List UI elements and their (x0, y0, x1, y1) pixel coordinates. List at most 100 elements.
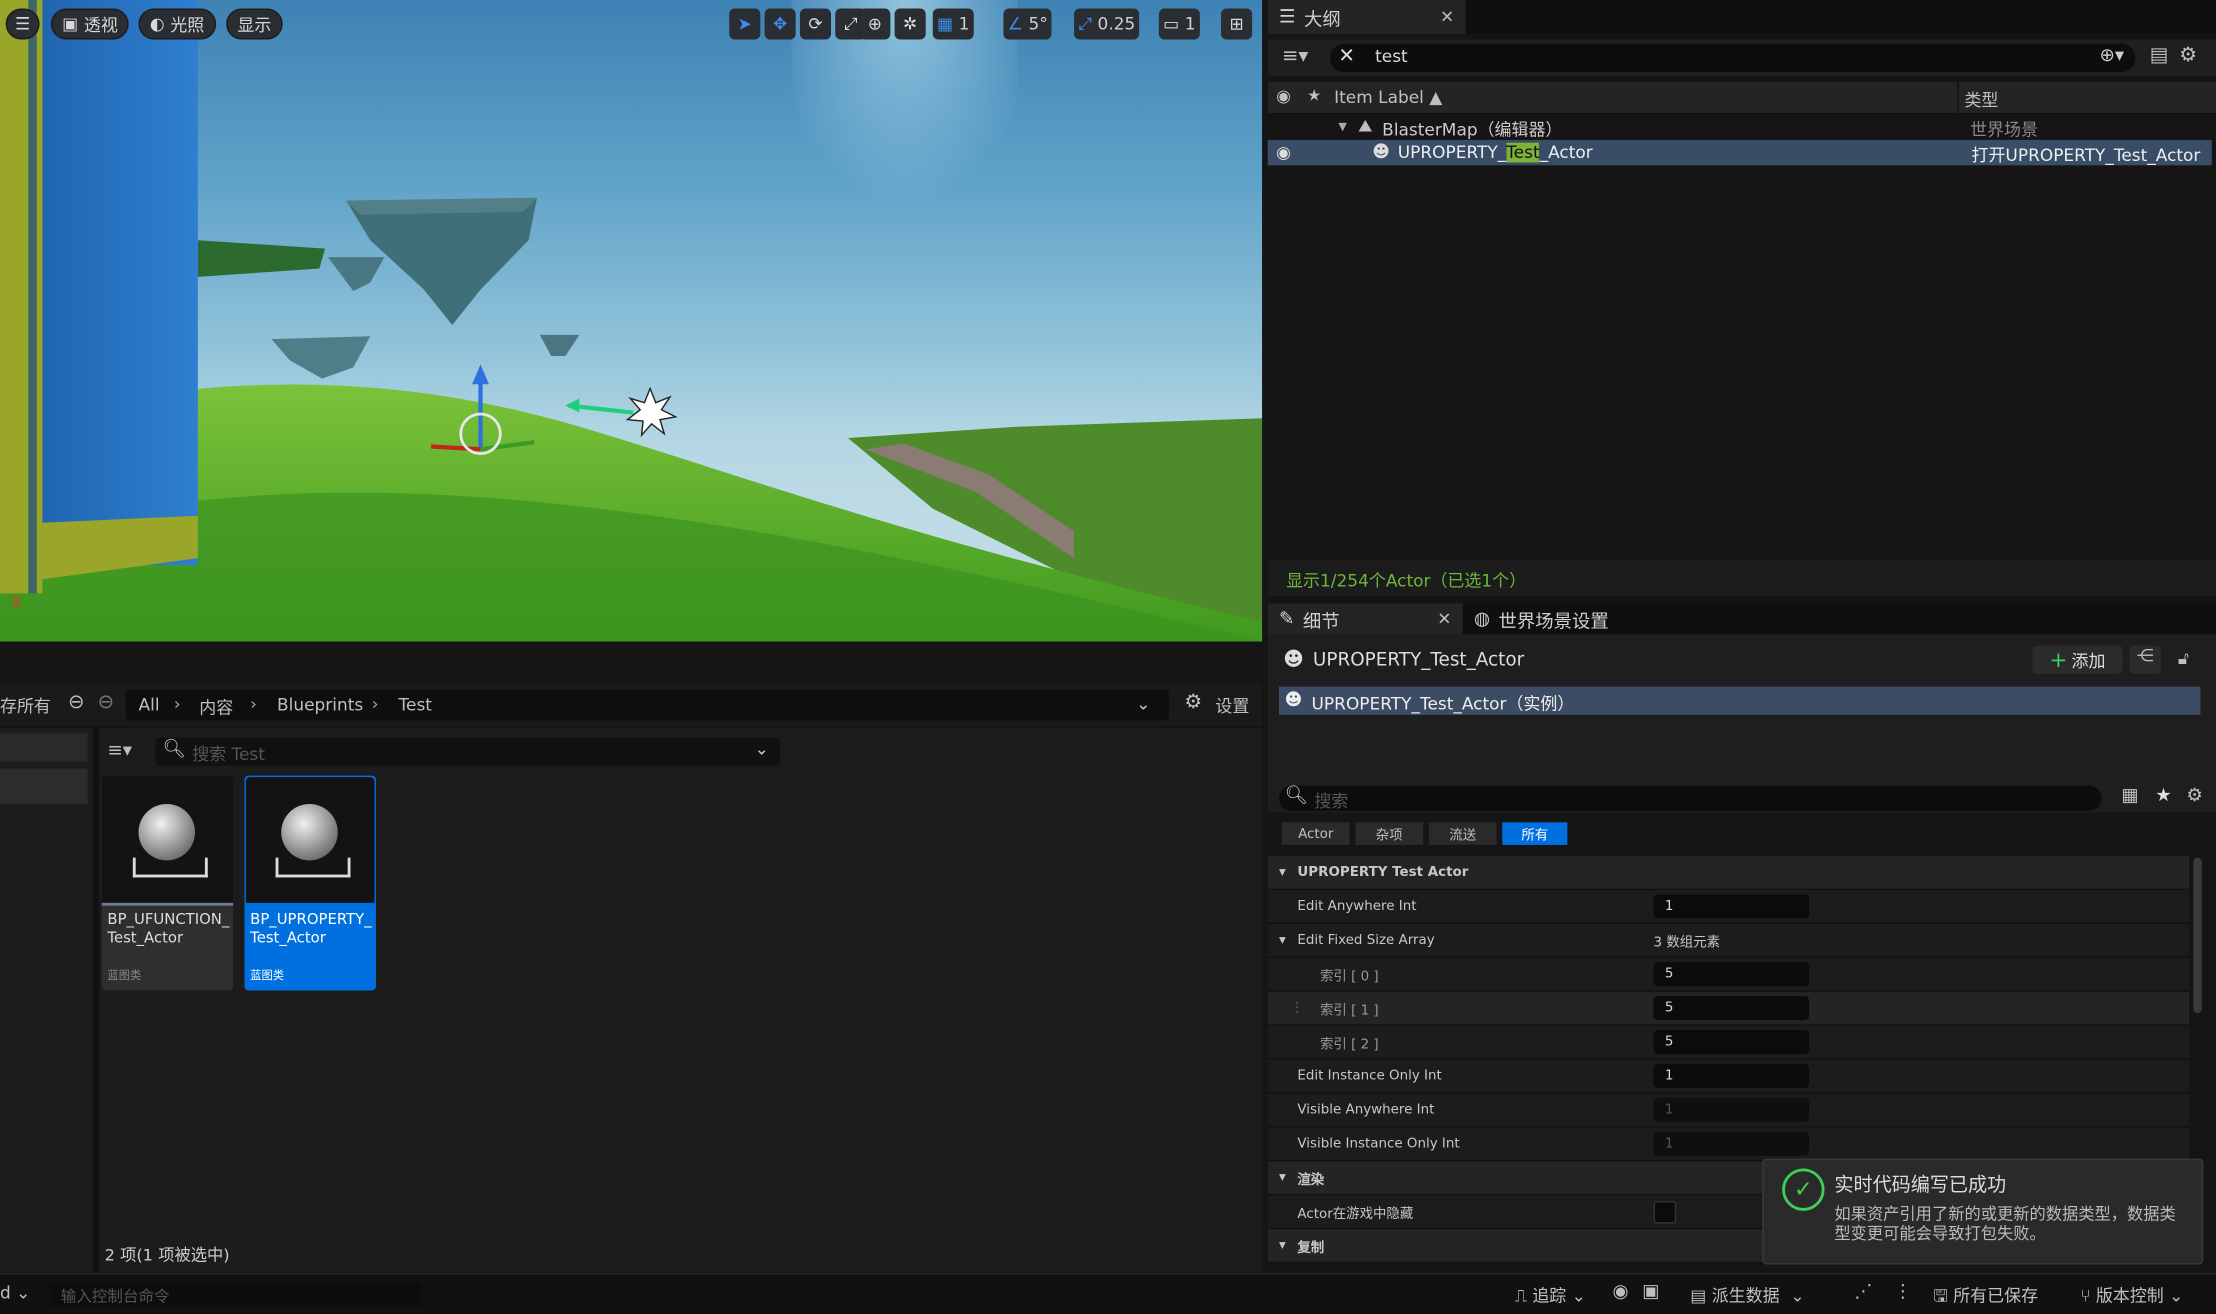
outliner-search-value: test (1375, 46, 1408, 67)
world-local-toggle[interactable]: ⊕ (859, 8, 891, 40)
cmd-selector[interactable]: d ⌄ (0, 1283, 30, 1303)
edit-anywhere-int-field[interactable]: 1 (1653, 894, 1809, 919)
sources-panel-item[interactable] (0, 768, 88, 804)
index-2-field[interactable]: 5 (1653, 1030, 1809, 1055)
settings-icon[interactable]: ⚙ (2186, 786, 2202, 807)
crumb-content[interactable]: 内容 (199, 695, 233, 719)
save-all-label[interactable]: 存所有 (0, 694, 51, 718)
perspective-button[interactable]: ▣ 透视 (50, 8, 130, 40)
outliner-panel: ☰ 大纲 ✕ ≡▾ ✕ test ⊕▾ ▤ ⚙ ◉ ★ Item Label ▲… (1267, 0, 2216, 600)
scale-snap[interactable]: ⤢ 0.25 (1074, 8, 1140, 40)
close-icon[interactable]: ✕ (1440, 7, 1454, 27)
prop-index-2[interactable]: 索引 [ 2 ] 5 (1267, 1025, 2190, 1060)
filter-icon[interactable]: ≡▾ (1282, 45, 1309, 68)
screenshot-icon[interactable]: ▣ (1642, 1282, 1659, 1303)
crumb-blueprints[interactable]: Blueprints (277, 695, 363, 715)
show-button[interactable]: 显示 (226, 8, 283, 40)
sources-panel-item[interactable] (0, 733, 88, 762)
settings-label[interactable]: 设置 (1215, 694, 1249, 718)
drag-handle-icon[interactable]: ⋮ (1290, 992, 1303, 1024)
surface-snap[interactable]: ✲ (894, 8, 926, 40)
prop-index-0[interactable]: 索引 [ 0 ] 5 (1267, 957, 2190, 992)
close-icon[interactable]: ✕ (1437, 609, 1451, 629)
filter-misc[interactable]: 杂项 (1355, 822, 1424, 845)
details-scrollbar[interactable] (2193, 857, 2202, 1014)
save-all-button[interactable]: 🖫︎ 所有已保存 (1933, 1283, 2038, 1313)
translate-tool[interactable]: ✥ (764, 8, 796, 40)
axis-indicator: X — Y (11, 593, 57, 612)
filter-streaming[interactable]: 流送 (1428, 822, 1497, 845)
section-uproperty[interactable]: ▾ UPROPERTY Test Actor (1267, 856, 2190, 891)
outliner-tab-label: 大纲 (1303, 9, 1341, 31)
prop-index-1[interactable]: ⋮ 索引 [ 1 ] 5 (1267, 991, 2190, 1026)
component-instance-row[interactable]: ☻ UPROPERTY_Test_Actor（实例） (1279, 686, 2201, 715)
source-control-status-icon[interactable]: ⋰ (1854, 1282, 1872, 1303)
pin-column-icon[interactable]: ★ (1307, 86, 1321, 104)
edit-instance-int-field[interactable]: 1 (1653, 1063, 1809, 1088)
column-item-label[interactable]: Item Label ▲ (1334, 88, 1442, 108)
select-tool[interactable]: ➤ (729, 8, 761, 40)
viewport-menu-button[interactable]: ☰ (5, 8, 40, 40)
tab-world-settings[interactable]: ◍ 世界场景设置 (1463, 603, 1620, 634)
prop-fixed-array[interactable]: ▾ Edit Fixed Size Array 3 数组元素 (1267, 924, 2190, 958)
asset-search-input[interactable]: 🔍︎ 搜索 Test ⌄ (155, 737, 781, 766)
collapse-arrow-icon[interactable]: ▾ (1279, 1229, 1286, 1261)
record-icon[interactable]: ◉ (1613, 1282, 1629, 1303)
console-input[interactable]: 输入控制台命令 (49, 1281, 423, 1307)
tree-row-actor[interactable]: ◉ ☻ UPROPERTY_Test_Actor 打开UPROPERTY_Tes… (1267, 139, 2212, 167)
settings-icon[interactable]: ⚙ (1184, 691, 1202, 714)
rotate-tool[interactable]: ⟳ (799, 8, 832, 40)
index-1-field[interactable]: 5 (1653, 996, 1809, 1021)
plus-icon: + (2049, 647, 2068, 673)
collapse-arrow-icon[interactable]: ▾ (1279, 856, 1286, 888)
chevron-down-icon[interactable]: ⌄ (755, 739, 769, 759)
lighting-button[interactable]: ◐ 光照 (138, 8, 216, 40)
camera-speed[interactable]: ▭ 1 (1158, 8, 1200, 40)
back-icon[interactable]: ⊖ (68, 691, 85, 714)
visibility-column-icon[interactable]: ◉ (1276, 86, 1291, 106)
tab-outliner[interactable]: ☰ 大纲 ✕ (1267, 0, 1466, 34)
version-control-button[interactable]: ⑂ 版本控制 ⌄ (2080, 1283, 2183, 1307)
lock-icon[interactable]: 🔓︎ (2178, 649, 2189, 670)
hidden-in-game-checkbox[interactable] (1653, 1200, 1677, 1224)
add-label: 添加 (2071, 650, 2106, 671)
collapse-arrow-icon[interactable]: ▾ (1279, 1161, 1286, 1193)
tab-details[interactable]: ✎ 细节 ✕ (1267, 603, 1463, 635)
clear-search-icon[interactable]: ✕ (1338, 45, 1355, 68)
filter-icon[interactable]: ≡▾ (107, 740, 132, 761)
favorite-icon[interactable]: ★ (2155, 786, 2171, 807)
path-breadcrumb[interactable]: All › 内容 › Blueprints › Test ⌄ (125, 689, 1169, 721)
more-icon[interactable]: ⋮ (1894, 1282, 1912, 1303)
trace-button[interactable]: ⎍ 追踪 ⌄ (1515, 1283, 1586, 1307)
details-search-input[interactable]: 🔍︎ 搜索 (1279, 785, 2102, 812)
index-0-field[interactable]: 5 (1653, 962, 1809, 987)
actor-type-link[interactable]: 打开UPROPERTY_Test_Actor (1972, 143, 2201, 167)
filter-all[interactable]: 所有 (1502, 822, 1568, 845)
blueprint-button[interactable]: ⋲ (2129, 645, 2161, 674)
folder-add-icon[interactable]: ▤ (2150, 44, 2169, 67)
chevron-down-icon[interactable]: ⌄ (1136, 694, 1150, 714)
grid-snap[interactable]: ▦ 1 (932, 8, 974, 40)
add-component-button[interactable]: + 添加 (2032, 645, 2123, 674)
derived-data-button[interactable]: ▤ 派生数据 ⌄ (1690, 1283, 1804, 1307)
angle-snap[interactable]: ∠ 5° (1003, 8, 1053, 40)
column-type[interactable]: 类型 (1964, 88, 1998, 112)
expand-arrow-icon[interactable]: ▾ (1338, 116, 1347, 136)
add-filter-icon[interactable]: ⊕▾ (2100, 45, 2125, 66)
crumb-test[interactable]: Test (399, 695, 432, 715)
settings-icon[interactable]: ⚙ (2179, 44, 2197, 67)
forward-icon[interactable]: ⊖ (98, 691, 115, 714)
prop-edit-instance[interactable]: Edit Instance Only Int 1 (1267, 1059, 2190, 1094)
tree-row-map[interactable]: ▾ ⛰ BlasterMap（编辑器） 世界场景 (1268, 114, 2216, 140)
asset-tile[interactable]: BP_UFUNCTION_ Test_Actor 蓝图类 (101, 775, 234, 991)
visibility-eye-icon[interactable]: ◉ (1276, 143, 1291, 163)
prop-edit-anywhere[interactable]: Edit Anywhere Int 1 (1267, 890, 2190, 925)
outliner-search-input[interactable]: ✕ test ⊕▾ (1329, 43, 2136, 73)
viewport-layout-button[interactable]: ⊞ (1221, 8, 1253, 40)
crumb-all[interactable]: All (139, 695, 160, 715)
asset-tile-selected[interactable]: BP_UPROPERTY_ Test_Actor 蓝图类 (244, 775, 376, 991)
level-viewport[interactable]: ☰ ▣ 透视 ◐ 光照 显示 ➤ ✥ ⟳ ⤢ ⊕ ✲ ▦ 1 ∠ 5° ⤢ 0.… (0, 0, 1263, 642)
filter-actor[interactable]: Actor (1281, 822, 1350, 845)
collapse-arrow-icon[interactable]: ▾ (1279, 924, 1286, 956)
table-view-icon[interactable]: ▦ (2121, 786, 2138, 807)
